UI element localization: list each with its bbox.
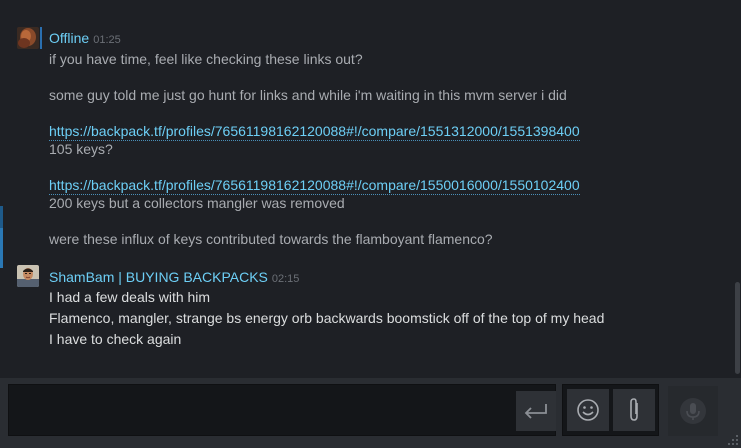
microphone-icon (680, 398, 706, 424)
message-line: 105 keys? (49, 141, 113, 157)
chat-window: Offline 01:25 if you have time, feel like… (0, 0, 741, 448)
status-bar (40, 27, 42, 49)
send-enter-icon (524, 404, 547, 419)
avatar-shambam[interactable] (17, 265, 39, 287)
composer-bar (0, 378, 741, 448)
avatar-image (17, 265, 39, 287)
message-line: if you have time, feel like checking the… (49, 51, 363, 67)
scrollbar-thumb[interactable] (735, 282, 740, 374)
scrollbar-track[interactable] (733, 0, 741, 378)
smiley-face-icon (577, 399, 599, 421)
message-line: some guy told me just go hunt for links … (49, 87, 567, 103)
sender-name[interactable]: ShamBam | BUYING BACKPACKS (49, 269, 268, 285)
message-line: 200 keys but a collectors mangler was re… (49, 195, 345, 211)
sender-name[interactable]: Offline (49, 30, 89, 46)
avatar-image (17, 27, 39, 49)
message-input[interactable] (9, 385, 507, 435)
paperclip-icon (630, 398, 638, 421)
backpack-link[interactable]: https://backpack.tf/profiles/76561198162… (49, 123, 580, 141)
message-log[interactable]: Offline 01:25 if you have time, feel like… (0, 0, 733, 378)
send-button[interactable] (516, 391, 556, 431)
sender-line: Offline 01:25 (49, 30, 121, 48)
voice-chat-button[interactable] (668, 386, 718, 436)
emoticon-button[interactable] (567, 389, 609, 431)
message-timestamp: 01:25 (93, 34, 121, 46)
message-line: https://backpack.tf/profiles/76561198162… (49, 176, 580, 195)
message-line: Flamenco, mangler, strange bs energy orb… (49, 310, 605, 326)
avatar-offline-user[interactable] (17, 27, 39, 49)
message-line: were these influx of keys contributed to… (49, 231, 493, 247)
message-line: I have to check again (49, 331, 182, 347)
message-timestamp: 02:15 (271, 273, 300, 285)
composer-tools (562, 384, 659, 436)
attach-file-button[interactable] (613, 389, 655, 431)
resize-grip-icon[interactable] (727, 434, 739, 446)
backpack-link[interactable]: https://backpack.tf/profiles/76561198162… (49, 177, 580, 195)
sender-line: ShamBam | BUYING BACKPACKS 02:15 (49, 269, 299, 287)
message-line: I had a few deals with him (49, 289, 211, 305)
message-entry-box[interactable] (8, 384, 556, 436)
message-line: https://backpack.tf/profiles/76561198162… (49, 122, 580, 141)
